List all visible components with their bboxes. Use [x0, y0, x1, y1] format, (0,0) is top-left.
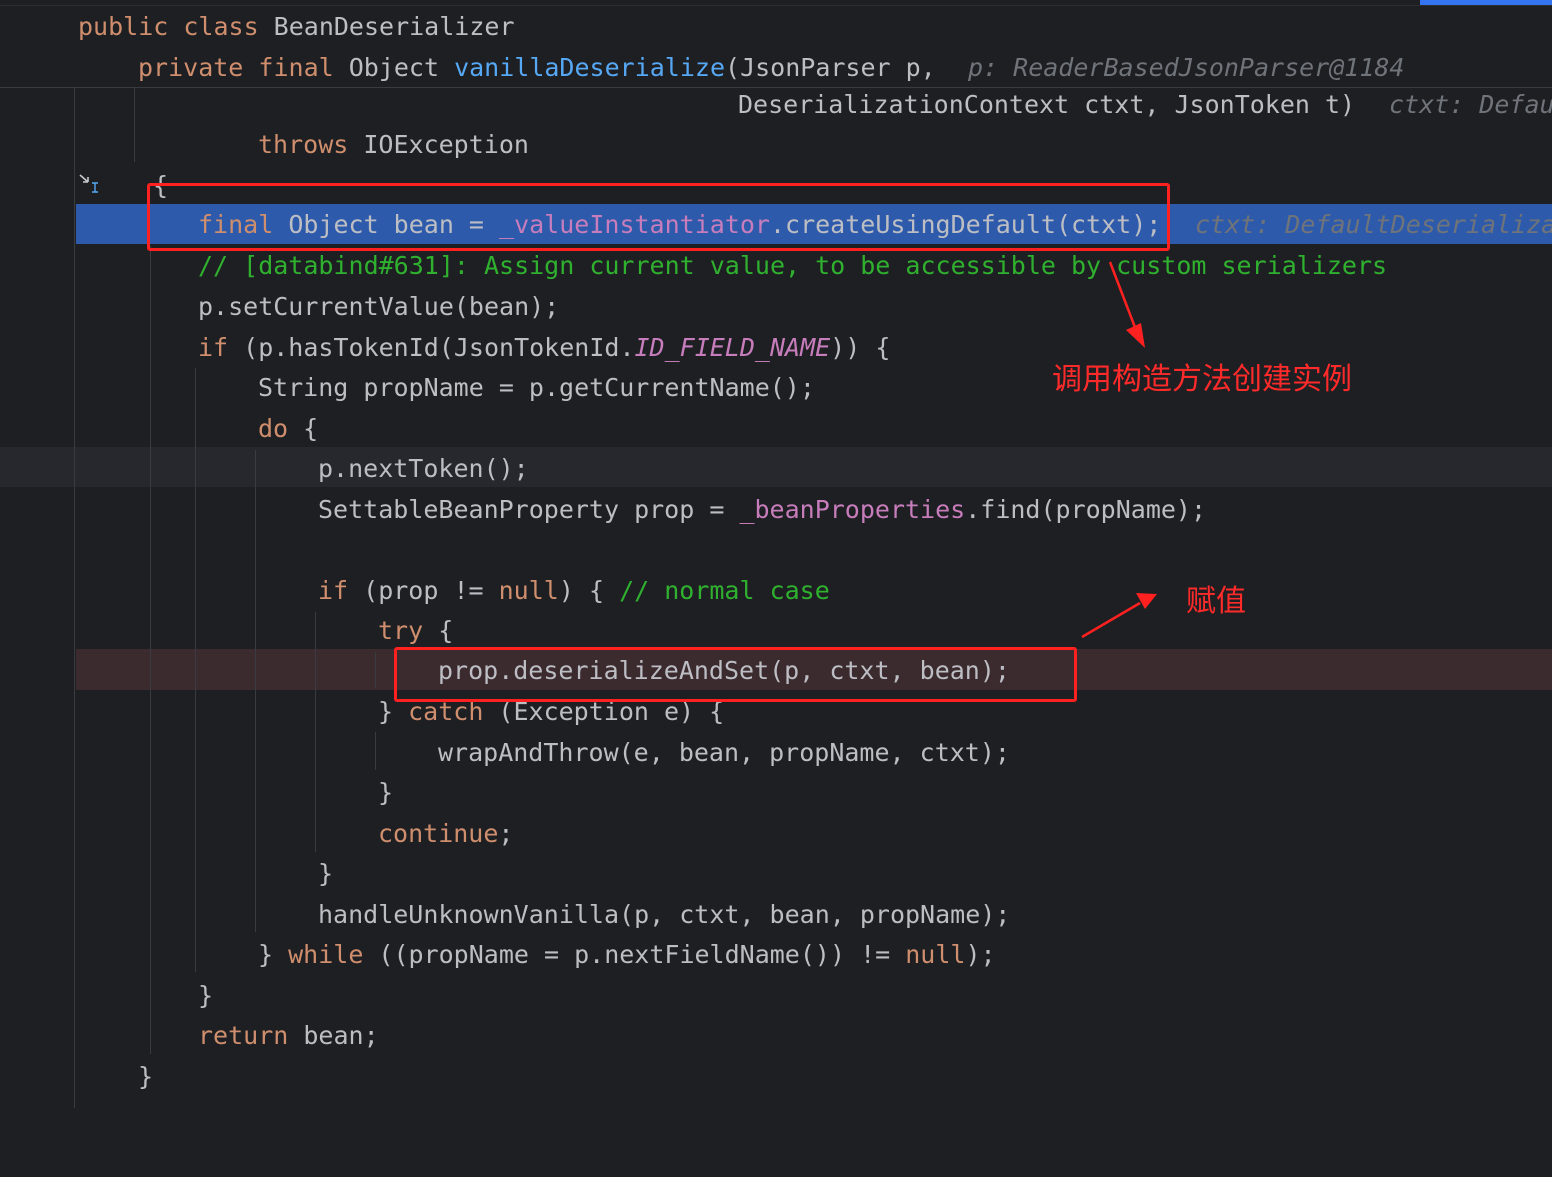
annotation-box-assign [394, 647, 1077, 702]
code-line[interactable]: p.nextToken(); [0, 449, 1552, 489]
code-line[interactable]: return bean; [0, 1016, 1552, 1056]
inline-debug-value: p: ReaderBasedJsonParser@1184 [968, 53, 1405, 82]
brace: } [198, 981, 214, 1010]
keyword: continue [378, 819, 499, 848]
code-line[interactable]: do { [0, 409, 1552, 449]
brace: } [138, 1062, 154, 1091]
inline-debug-value: ctxt: Defau [1389, 90, 1552, 119]
code-line[interactable]: p.setCurrentValue(bean); [0, 287, 1552, 327]
code-text: SettableBeanProperty prop = [318, 495, 740, 524]
code-text: { [438, 616, 454, 645]
brace: } [378, 778, 394, 807]
comment: // [databind#631]: Assign current value,… [198, 251, 1388, 280]
code-text: p.nextToken(); [318, 454, 529, 483]
editor-top-border [0, 5, 1552, 6]
code-line[interactable]: throws IOException [0, 125, 1552, 165]
code-line[interactable]: } [0, 976, 1552, 1016]
keyword: do [258, 414, 304, 443]
code-text: String propName = p.getCurrentName(); [258, 373, 815, 402]
code-text: { [303, 414, 319, 443]
annotation-create-instance: 调用构造方法创建实例 [1052, 362, 1352, 397]
keyword: null [498, 576, 559, 605]
code-line[interactable]: public class BeanDeserializer [0, 7, 1552, 47]
code-line[interactable]: continue; [0, 814, 1552, 854]
keyword: return [198, 1021, 304, 1050]
annotation-assign: 赋值 [1186, 584, 1246, 619]
keyword: if [198, 333, 244, 362]
code-text: p.setCurrentValue(bean); [198, 292, 560, 321]
keyword: if [318, 576, 364, 605]
code-text: ((propName = p.nextFieldName()) != [378, 940, 906, 969]
keyword: null [905, 940, 966, 969]
keyword: while [288, 940, 379, 969]
code-text: ; [498, 819, 514, 848]
keyword: throws [258, 130, 364, 159]
brace: } [318, 859, 334, 888]
keyword: private final [138, 53, 349, 82]
code-line[interactable]: } while ((propName = p.nextFieldName()) … [0, 935, 1552, 975]
code-line[interactable]: DeserializationContext ctxt, JsonToken t… [0, 85, 1552, 125]
code-line[interactable]: if (prop != null) { // normal case [0, 571, 1552, 611]
code-line[interactable]: handleUnknownVanilla(p, ctxt, bean, prop… [0, 895, 1552, 935]
constant-ref: ID_FIELD_NAME [634, 333, 831, 362]
code-line[interactable]: wrapAndThrow(e, bean, propName, ctxt); [0, 733, 1552, 773]
code-text: bean; [303, 1021, 379, 1050]
code-line[interactable]: } [0, 854, 1552, 894]
comment: // normal case [619, 576, 830, 605]
code-line[interactable]: private final Object vanillaDeserialize(… [0, 48, 1552, 88]
code-text: ) { [558, 576, 620, 605]
class-name: BeanDeserializer [273, 12, 515, 41]
code-text: } [258, 940, 289, 969]
return-type: Object [348, 53, 455, 82]
code-text: (p.hasTokenId(JsonTokenId. [243, 333, 635, 362]
code-text: handleUnknownVanilla(p, ctxt, bean, prop… [318, 900, 1011, 929]
code-text: wrapAndThrow(e, bean, propName, ctxt); [438, 738, 1010, 767]
params: (JsonParser p, [725, 53, 936, 82]
code-editor[interactable]: public class BeanDeserializer private fi… [0, 0, 1552, 1108]
code-line[interactable]: SettableBeanProperty prop = _beanPropert… [0, 490, 1552, 530]
code-text: ); [965, 940, 996, 969]
code-text: )) { [830, 333, 891, 362]
code-text: (prop != [363, 576, 499, 605]
inline-debug-value: ctxt: DefaultDeserializa [1195, 210, 1552, 239]
keyword: try [378, 616, 439, 645]
code-line[interactable]: // [databind#631]: Assign current value,… [0, 246, 1552, 286]
exception-type: IOException [363, 130, 529, 159]
code-line[interactable]: try { [0, 611, 1552, 651]
annotation-box-create [147, 183, 1170, 251]
code-line[interactable]: } [0, 1057, 1552, 1097]
params: DeserializationContext ctxt, JsonToken t… [738, 90, 1356, 119]
code-line[interactable]: } [0, 773, 1552, 813]
method-name: vanillaDeserialize [454, 53, 726, 82]
code-text: .find(propName); [965, 495, 1207, 524]
keyword: public class [78, 12, 274, 41]
field-ref: _beanProperties [739, 495, 966, 524]
